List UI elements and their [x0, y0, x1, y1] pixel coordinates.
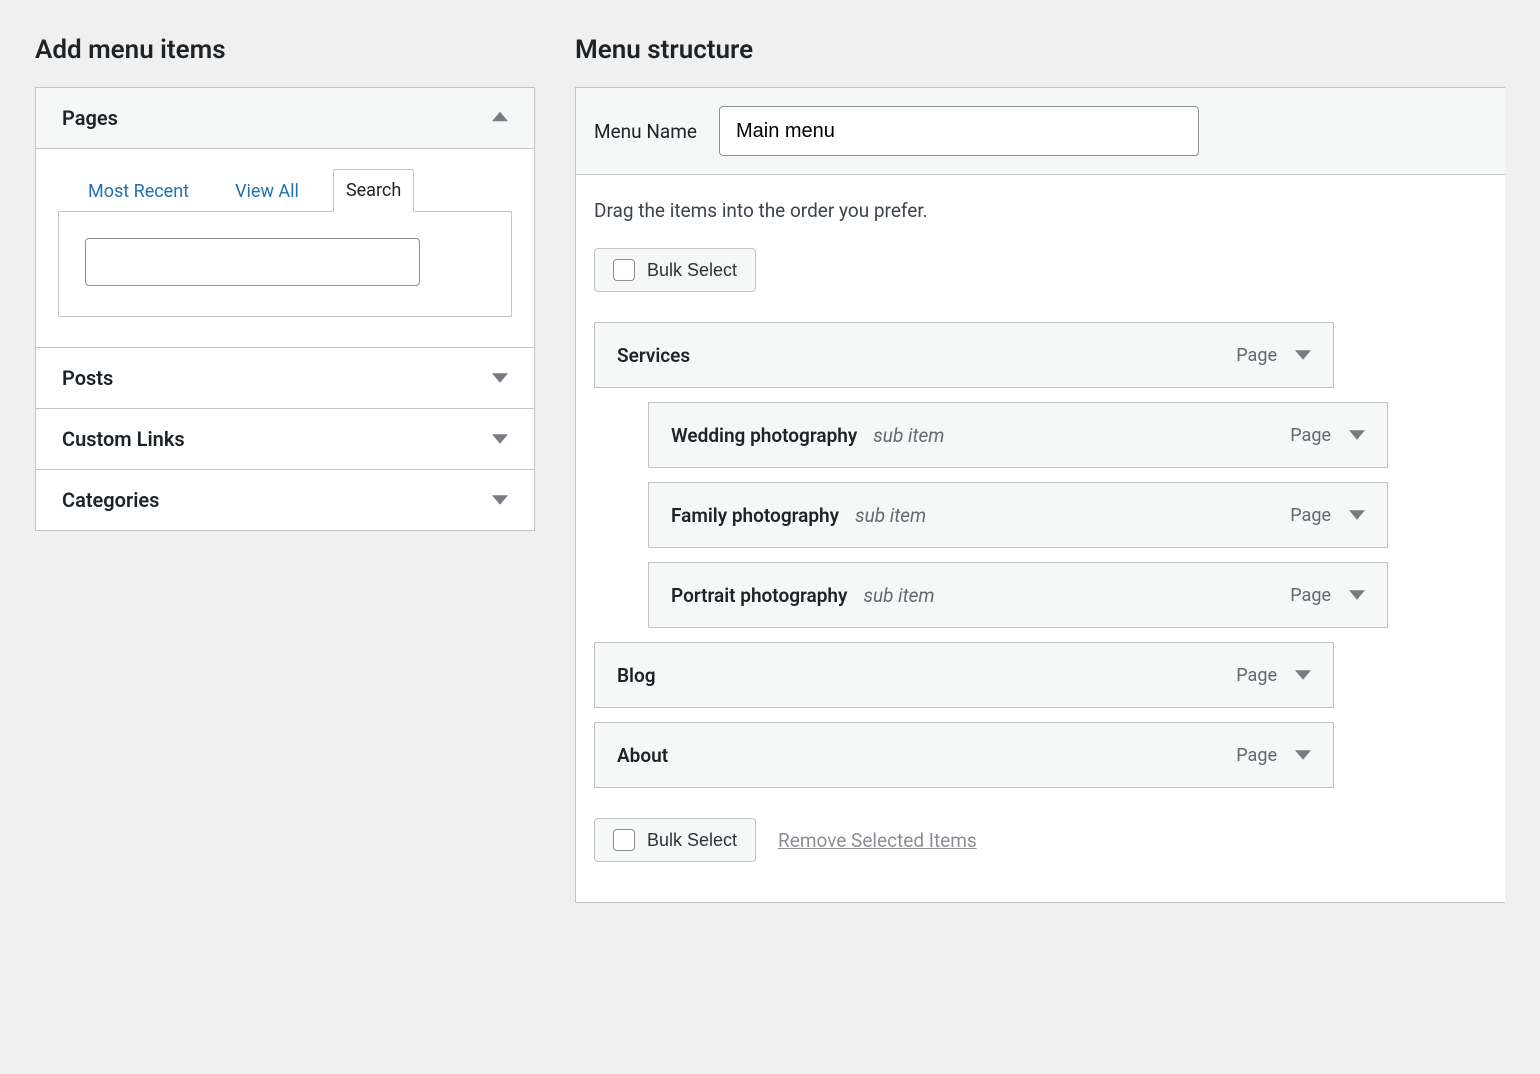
tab-pane-search	[58, 211, 512, 317]
menu-name-input[interactable]	[719, 106, 1199, 156]
menu-item-title: Blog	[617, 664, 656, 687]
chevron-down-icon[interactable]	[1349, 427, 1365, 443]
menu-item-type: Page	[1290, 585, 1331, 606]
menu-structure-heading: Menu structure	[575, 35, 1505, 65]
menu-header: Menu Name	[576, 88, 1505, 175]
tab-search[interactable]: Search	[333, 169, 414, 212]
menu-item-type: Page	[1290, 505, 1331, 526]
menu-item-type: Page	[1236, 345, 1277, 366]
menu-item-title: Wedding photography	[671, 424, 857, 447]
accordion-toggle-posts[interactable]: Posts	[36, 348, 534, 408]
menu-item[interactable]: Services Page	[594, 322, 1334, 388]
accordion-toggle-custom-links[interactable]: Custom Links	[36, 409, 534, 469]
bulk-select-checkbox[interactable]	[613, 829, 635, 851]
pages-tabs: Most Recent View All Search	[58, 169, 512, 212]
accordion-title: Posts	[62, 366, 113, 390]
chevron-down-icon[interactable]	[1349, 507, 1365, 523]
menu-item-subitem-label: sub item	[855, 504, 926, 527]
tab-most-recent[interactable]: Most Recent	[76, 171, 201, 212]
bulk-select-label: Bulk Select	[647, 830, 737, 851]
menu-items-list: ServicesPageWedding photographysub itemP…	[594, 322, 1487, 788]
accordion-body-pages: Most Recent View All Search	[36, 148, 534, 347]
pages-search-input[interactable]	[85, 238, 420, 286]
accordion-title: Pages	[62, 106, 118, 130]
menu-item-title: Family photography	[671, 504, 839, 527]
accordion-item-pages: Pages Most Recent View All Search	[36, 88, 534, 347]
add-items-accordion: Pages Most Recent View All Search	[35, 87, 535, 531]
menu-item[interactable]: About Page	[594, 722, 1334, 788]
chevron-down-icon[interactable]	[1349, 587, 1365, 603]
menu-item-type: Page	[1236, 665, 1277, 686]
chevron-up-icon	[492, 110, 508, 126]
chevron-down-icon	[492, 370, 508, 386]
accordion-title: Categories	[62, 488, 159, 512]
menu-item-type: Page	[1236, 745, 1277, 766]
add-items-heading: Add menu items	[35, 35, 535, 65]
accordion-item-categories: Categories	[36, 469, 534, 530]
menu-body: Drag the items into the order you prefer…	[576, 175, 1505, 902]
menu-item-subitem-label: sub item	[873, 424, 944, 447]
menu-item[interactable]: Family photography sub item Page	[648, 482, 1388, 548]
menu-item-type: Page	[1290, 425, 1331, 446]
instructions-text: Drag the items into the order you prefer…	[594, 199, 1487, 222]
bulk-select-checkbox[interactable]	[613, 259, 635, 281]
menu-item-subitem-label: sub item	[863, 584, 934, 607]
chevron-down-icon	[492, 431, 508, 447]
accordion-toggle-categories[interactable]: Categories	[36, 470, 534, 530]
accordion-toggle-pages[interactable]: Pages	[36, 88, 534, 148]
bulk-select-button-bottom[interactable]: Bulk Select	[594, 818, 756, 862]
bulk-select-button-top[interactable]: Bulk Select	[594, 248, 756, 292]
accordion-item-posts: Posts	[36, 347, 534, 408]
menu-item-title: Portrait photography	[671, 584, 847, 607]
chevron-down-icon[interactable]	[1295, 347, 1311, 363]
tab-view-all[interactable]: View All	[223, 171, 311, 212]
bulk-select-label: Bulk Select	[647, 260, 737, 281]
menu-item-title: About	[617, 744, 668, 767]
menu-name-label: Menu Name	[594, 120, 697, 143]
chevron-down-icon[interactable]	[1295, 747, 1311, 763]
chevron-down-icon[interactable]	[1295, 667, 1311, 683]
menu-item-title: Services	[617, 344, 690, 367]
menu-item[interactable]: Portrait photography sub item Page	[648, 562, 1388, 628]
menu-item[interactable]: Wedding photography sub item Page	[648, 402, 1388, 468]
accordion-item-custom-links: Custom Links	[36, 408, 534, 469]
menu-item[interactable]: Blog Page	[594, 642, 1334, 708]
menu-structure-panel: Menu Name Drag the items into the order …	[575, 87, 1505, 903]
accordion-title: Custom Links	[62, 427, 185, 451]
chevron-down-icon	[492, 492, 508, 508]
remove-selected-link: Remove Selected Items	[778, 829, 977, 852]
